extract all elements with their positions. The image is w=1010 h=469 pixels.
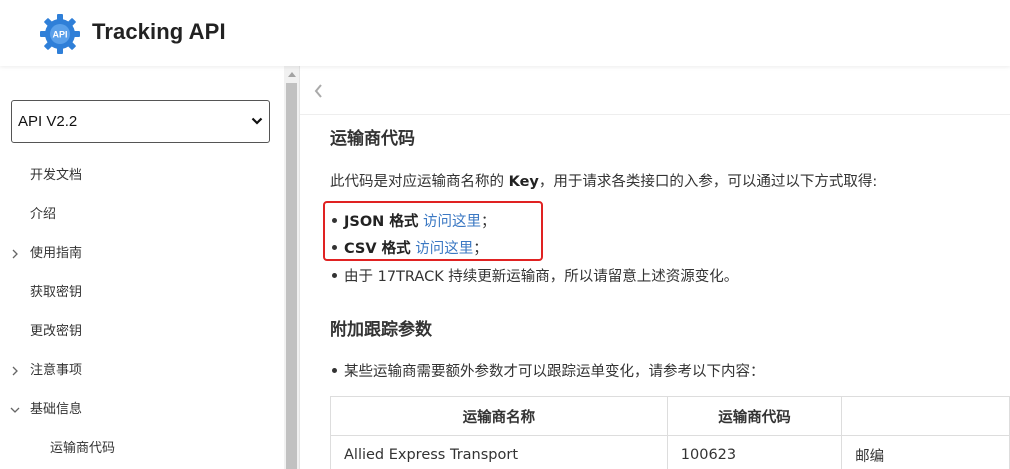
chevron-down-icon	[251, 117, 263, 125]
list-item-csv: CSV 格式 访问这里；	[332, 237, 488, 258]
section-title-extra-params: 附加跟踪参数	[330, 320, 432, 340]
bullet-tail: ；	[480, 214, 496, 230]
sidebar-scrollbar[interactable]	[284, 66, 299, 469]
api-gear-logo-icon: API	[40, 14, 80, 54]
sidebar-item-label: 运输商代码	[50, 441, 116, 456]
list-item-extra-params: 某些运输商需要额外参数才可以跟踪运单变化，请参考以下内容：	[332, 360, 765, 381]
table-header-cell	[841, 396, 1010, 436]
csv-format-label: CSV 格式	[344, 241, 411, 257]
json-link[interactable]: 访问这里	[423, 214, 481, 230]
chevron-right-icon	[12, 366, 18, 376]
intro-key: Key	[508, 174, 539, 190]
scroll-up-arrow-icon[interactable]	[287, 72, 296, 77]
json-format-label: JSON 格式	[344, 214, 419, 230]
section-title-carrier-codes: 运输商代码	[330, 129, 415, 149]
intro-prefix: 此代码是对应运输商名称的	[330, 174, 509, 190]
sidebar-item-basic-info[interactable]: 基础信息	[0, 395, 284, 425]
table-header-cell: 运输商代码	[666, 396, 843, 436]
intro-paragraph: 此代码是对应运输商名称的 Key，用于请求各类接口的入参，可以通过以下方式取得:	[330, 170, 877, 191]
sidebar-item-label: 开发文档	[30, 168, 83, 183]
app-title: Tracking API	[92, 19, 226, 44]
sidebar: API V2.2 开发文档 介绍 使用指南 获取密钥 更改密钥 注意事项 基础信…	[0, 66, 284, 469]
list-item-update-note: 由于 17TRACK 持续更新运输商，所以请留意上述资源变化。	[331, 265, 738, 286]
sidebar-item-guide[interactable]: 使用指南	[0, 239, 284, 269]
sidebar-item-label: 基础信息	[30, 402, 83, 417]
carrier-params-table: 运输商名称 运输商代码 Allied Express Transport 100…	[330, 396, 1010, 469]
content-divider	[299, 66, 300, 469]
bullet-tail: ；	[473, 241, 488, 257]
version-select-value: API V2.2	[18, 113, 78, 130]
table-header-row: 运输商名称 运输商代码	[330, 396, 1010, 436]
sidebar-item-get-key[interactable]: 获取密钥	[0, 278, 284, 308]
sidebar-item-label: 更改密钥	[30, 324, 83, 339]
sidebar-item-carrier-codes[interactable]: 运输商代码	[0, 434, 284, 464]
sidebar-item-label: 介绍	[30, 207, 57, 222]
sidebar-item-label: 使用指南	[30, 246, 83, 261]
content-toolbar	[300, 66, 1010, 115]
sidebar-item-dev-docs[interactable]: 开发文档	[0, 161, 284, 191]
sidebar-item-label: 注意事项	[30, 363, 83, 378]
table-cell: Allied Express Transport	[330, 435, 668, 469]
scrollbar-thumb[interactable]	[286, 83, 297, 469]
chevron-right-icon	[12, 249, 18, 259]
logo-text: API	[52, 30, 67, 40]
sidebar-item-intro[interactable]: 介绍	[0, 200, 284, 230]
list-item-json: JSON 格式 访问这里；	[331, 210, 496, 231]
sidebar-item-notes[interactable]: 注意事项	[0, 356, 284, 386]
sidebar-item-label: 获取密钥	[30, 285, 83, 300]
csv-link[interactable]: 访问这里	[415, 241, 473, 257]
table-row: Allied Express Transport 100623 邮编	[330, 435, 1010, 469]
top-header: API Tracking API	[0, 0, 1010, 66]
sidebar-item-change-key[interactable]: 更改密钥	[0, 317, 284, 347]
intro-suffix: ，用于请求各类接口的入参，可以通过以下方式取得:	[538, 174, 878, 190]
table-header-cell: 运输商名称	[330, 396, 668, 436]
table-cell: 100623	[666, 435, 843, 469]
table-cell: 邮编	[841, 435, 1010, 469]
version-select[interactable]: API V2.2	[11, 100, 270, 143]
chevron-down-icon	[10, 407, 20, 413]
chevron-left-icon[interactable]	[312, 82, 326, 100]
